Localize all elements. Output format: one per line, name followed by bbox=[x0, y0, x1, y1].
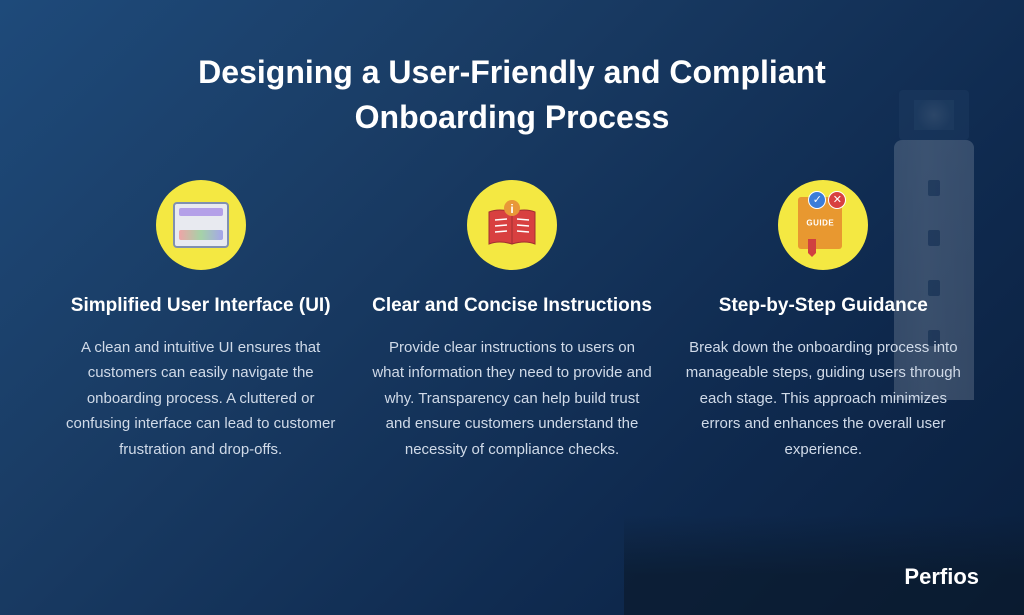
feature-step-guidance: ✓ ✕ Step-by-Step Guidance Break down the… bbox=[683, 180, 964, 463]
main-content: Designing a User-Friendly and Compliant … bbox=[0, 0, 1024, 615]
feature-description: Provide clear instructions to users on w… bbox=[371, 335, 652, 463]
ui-icon-circle bbox=[156, 180, 246, 270]
feature-description: Break down the onboarding process into m… bbox=[683, 335, 964, 463]
ui-dashboard-icon bbox=[173, 202, 229, 248]
features-row: Simplified User Interface (UI) A clean a… bbox=[60, 180, 964, 463]
page-title: Designing a User-Friendly and Compliant … bbox=[162, 50, 862, 140]
guide-icon-circle: ✓ ✕ bbox=[778, 180, 868, 270]
check-badge-icon: ✓ bbox=[808, 191, 826, 209]
svg-text:i: i bbox=[510, 202, 513, 216]
brand-logo: Perfios bbox=[904, 564, 979, 590]
feature-title: Step-by-Step Guidance bbox=[683, 295, 964, 317]
info-book-icon: i bbox=[485, 200, 539, 250]
x-badge-icon: ✕ bbox=[828, 191, 846, 209]
feature-description: A clean and intuitive UI ensures that cu… bbox=[60, 335, 341, 463]
book-icon-circle: i bbox=[467, 180, 557, 270]
feature-clear-instructions: i Clear and Concise Instructions Provide… bbox=[371, 180, 652, 463]
feature-simplified-ui: Simplified User Interface (UI) A clean a… bbox=[60, 180, 341, 463]
feature-title: Clear and Concise Instructions bbox=[371, 295, 652, 317]
feature-title: Simplified User Interface (UI) bbox=[60, 295, 341, 317]
guide-book-icon: ✓ ✕ bbox=[798, 197, 848, 253]
